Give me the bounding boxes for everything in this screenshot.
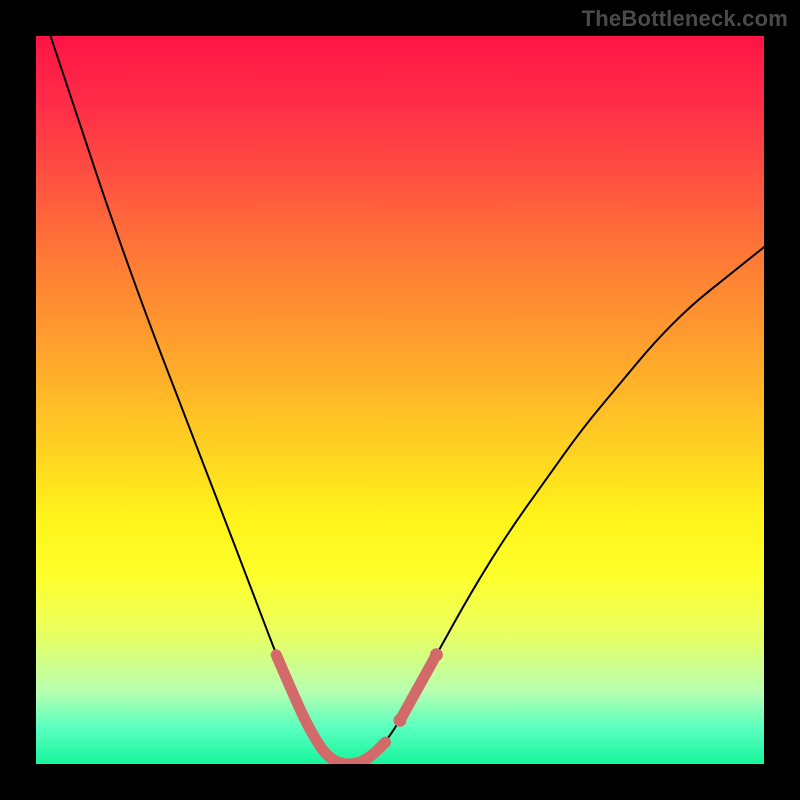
right-highlight [400,655,436,721]
highlight-dot [430,648,443,661]
bottleneck-curve [51,36,764,764]
plot-area [36,36,764,764]
curve-layer [36,36,764,764]
watermark-text: TheBottleneck.com [582,6,788,32]
chart-stage: TheBottleneck.com [0,0,800,800]
trough-highlight [276,655,385,764]
highlight-dot [394,714,407,727]
